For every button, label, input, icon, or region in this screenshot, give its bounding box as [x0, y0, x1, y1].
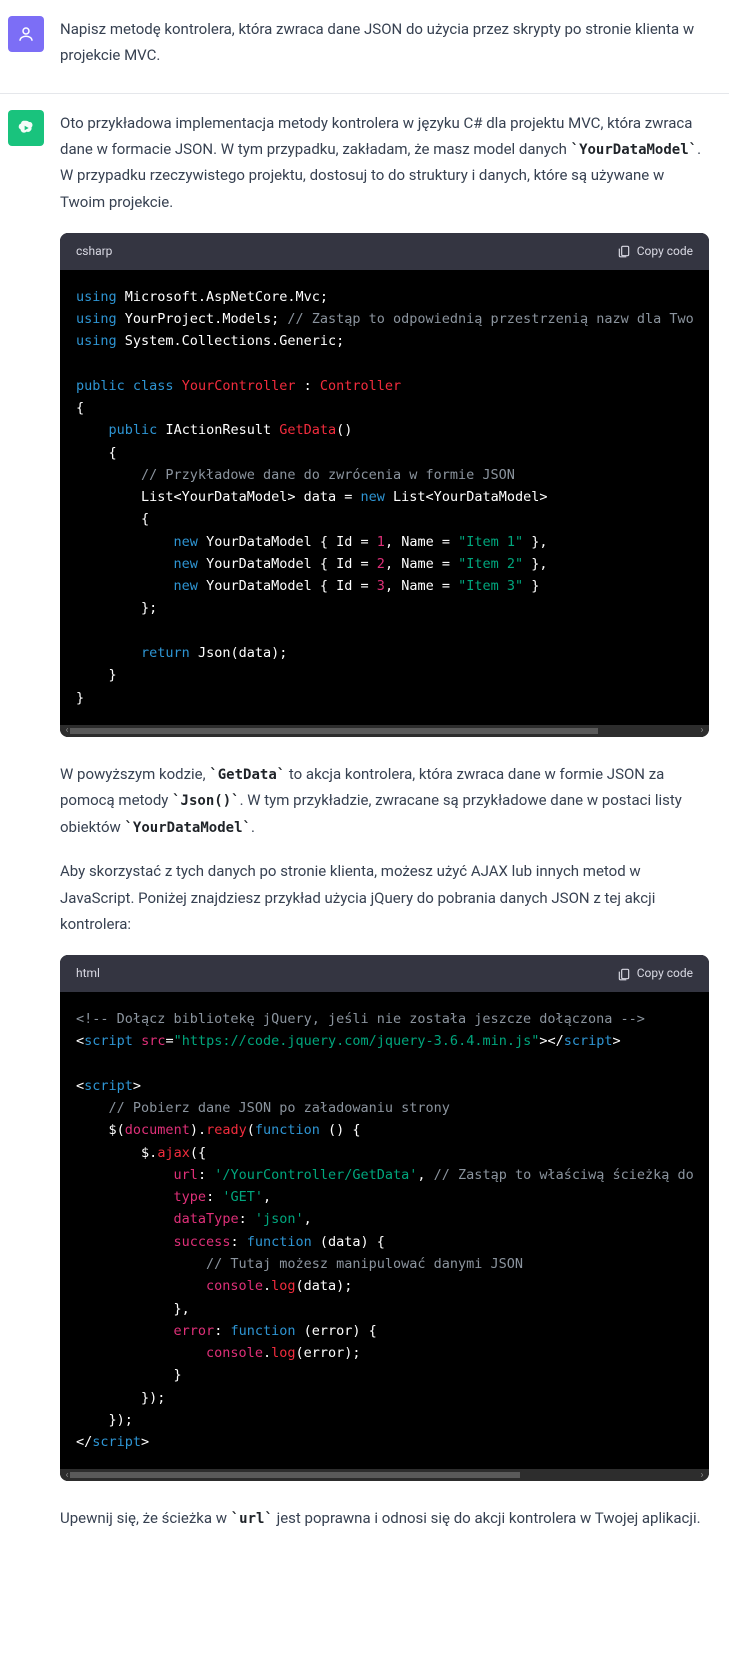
code-lang-label: csharp	[76, 241, 112, 262]
code-lang-label: html	[76, 963, 100, 984]
user-message: Napisz metodę kontrolera, która zwraca d…	[0, 0, 729, 94]
code-block-csharp: csharp Copy code using Microsoft.AspNetC…	[60, 233, 709, 737]
assistant-paragraph-1: Oto przykładowa implementacja metody kon…	[60, 110, 709, 215]
copy-label: Copy code	[637, 963, 693, 984]
scrollbar-thumb[interactable]	[68, 1470, 522, 1480]
assistant-paragraph-4: Upewnij się, że ścieżka w `url` jest pop…	[60, 1505, 709, 1532]
user-icon	[17, 25, 35, 43]
scrollbar-thumb[interactable]	[68, 726, 600, 736]
scroll-right-icon[interactable]: ›	[697, 726, 707, 736]
scroll-left-icon[interactable]: ‹	[62, 1470, 72, 1480]
copy-code-button[interactable]: Copy code	[617, 241, 693, 262]
inline-code: `Json()`	[172, 793, 239, 809]
code-body[interactable]: using Microsoft.AspNetCore.Mvc; using Yo…	[60, 270, 709, 725]
code-content: using Microsoft.AspNetCore.Mvc; using Yo…	[76, 286, 693, 709]
assistant-avatar	[8, 110, 44, 146]
text-run: .	[251, 818, 255, 836]
copy-code-button[interactable]: Copy code	[617, 963, 693, 984]
text-run: jest poprawna i odnosi się do akcji kont…	[273, 1509, 701, 1527]
code-content: <!-- Dołącz bibliotekę jQuery, jeśli nie…	[76, 1008, 693, 1453]
inline-code: `url`	[231, 1511, 273, 1527]
assistant-content: Oto przykładowa implementacja metody kon…	[60, 110, 709, 1532]
inline-code: `GetData`	[209, 767, 285, 783]
text-run: W powyższym kodzie,	[60, 765, 209, 783]
horizontal-scrollbar[interactable]: ‹ ›	[60, 725, 709, 737]
clipboard-icon	[617, 244, 631, 258]
inline-code: `YourDataModel`	[125, 820, 251, 836]
assistant-message: Oto przykładowa implementacja metody kon…	[0, 94, 729, 1572]
assistant-paragraph-3: Aby skorzystać z tych danych po stronie …	[60, 858, 709, 937]
code-header: csharp Copy code	[60, 233, 709, 270]
inline-code: `YourDataModel`	[571, 142, 697, 158]
horizontal-scrollbar[interactable]: ‹ ›	[60, 1469, 709, 1481]
logo-icon	[17, 119, 35, 137]
scroll-right-icon[interactable]: ›	[697, 1470, 707, 1480]
code-body[interactable]: <!-- Dołącz bibliotekę jQuery, jeśli nie…	[60, 992, 709, 1469]
clipboard-icon	[617, 967, 631, 981]
user-avatar	[8, 16, 44, 52]
assistant-paragraph-2: W powyższym kodzie, `GetData` to akcja k…	[60, 761, 709, 841]
scroll-left-icon[interactable]: ‹	[62, 726, 72, 736]
user-content: Napisz metodę kontrolera, która zwraca d…	[60, 16, 709, 69]
user-text: Napisz metodę kontrolera, która zwraca d…	[60, 16, 709, 69]
code-block-html: html Copy code <!-- Dołącz bibliotekę jQ…	[60, 955, 709, 1481]
copy-label: Copy code	[637, 241, 693, 262]
text-run: Upewnij się, że ścieżka w	[60, 1509, 231, 1527]
code-header: html Copy code	[60, 955, 709, 992]
